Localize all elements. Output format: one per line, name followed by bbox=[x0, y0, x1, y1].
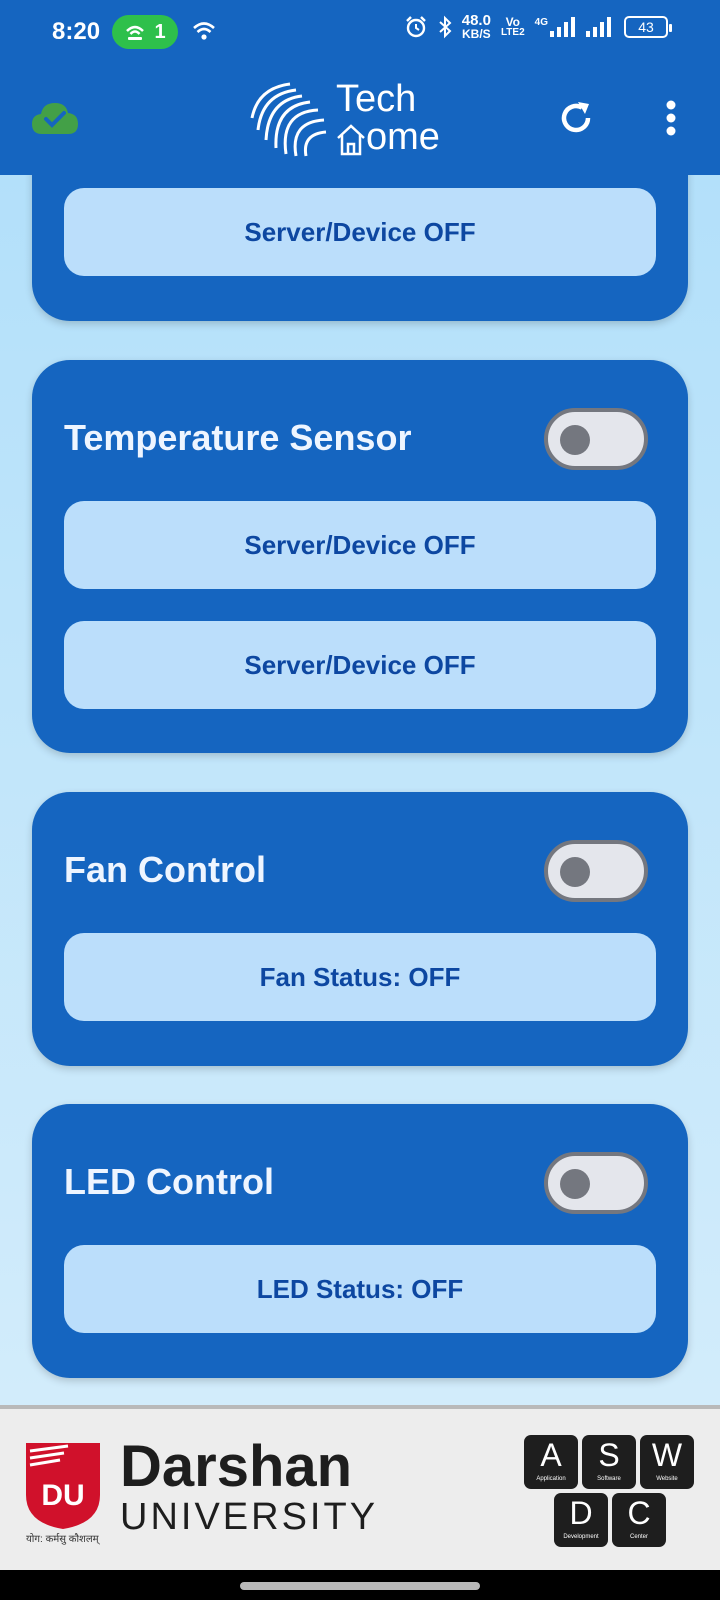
fan-toggle[interactable] bbox=[544, 840, 648, 902]
top-bar: 8:20 1 48.0 KB/S Vo LTE2 4G 43 Tech ome bbox=[0, 0, 720, 175]
hotspot-icon bbox=[126, 25, 145, 40]
card-partial: Server/Device OFF bbox=[32, 175, 688, 321]
hotspot-count: 1 bbox=[154, 20, 166, 43]
hotspot-badge: 1 bbox=[112, 15, 178, 49]
led-status: LED Status: OFF bbox=[64, 1245, 656, 1333]
temperature-status-1: Server/Device OFF bbox=[64, 501, 656, 589]
key-s: S Software bbox=[582, 1435, 636, 1489]
aswdc-logo: A Application S Software W Website D Develop… bbox=[524, 1435, 700, 1555]
signal-bars-2-icon bbox=[586, 17, 611, 37]
footer-banner: DU योग: कर्मसु कौशलम् Darshan UNIVERSITY… bbox=[0, 1405, 720, 1595]
led-title: LED Control bbox=[64, 1161, 274, 1202]
gesture-handle[interactable] bbox=[240, 1582, 480, 1590]
du-initials: DU bbox=[41, 1479, 84, 1512]
status-bar: 8:20 1 48.0 KB/S Vo LTE2 4G 43 bbox=[0, 0, 720, 64]
key-w: W Website bbox=[640, 1435, 694, 1489]
du-sub: UNIVERSITY bbox=[120, 1496, 379, 1538]
card-led-control: LED Control LED Status: OFF bbox=[32, 1104, 688, 1378]
volte-indicator: Vo LTE2 bbox=[501, 16, 525, 38]
card-fan-control: Fan Control Fan Status: OFF bbox=[32, 792, 688, 1066]
more-vert-icon[interactable] bbox=[664, 100, 678, 136]
led-toggle[interactable] bbox=[544, 1152, 648, 1214]
device-list[interactable]: Server/Device OFF Temperature Sensor Ser… bbox=[0, 175, 720, 1405]
key-c: C Center bbox=[612, 1493, 666, 1547]
toggle-knob bbox=[560, 857, 590, 887]
cloud-check-icon[interactable] bbox=[30, 100, 80, 136]
toggle-knob bbox=[560, 425, 590, 455]
darshan-university-logo: DU bbox=[26, 1443, 100, 1529]
logo-wordmark: Tech ome bbox=[336, 80, 440, 156]
du-name: Darshan bbox=[120, 1434, 353, 1499]
card-temperature-sensor: Temperature Sensor Server/Device OFF Ser… bbox=[32, 360, 688, 753]
refresh-icon[interactable] bbox=[556, 98, 596, 138]
logo-line-2: ome bbox=[366, 116, 440, 158]
logo-line-1: Tech bbox=[336, 78, 417, 120]
temperature-title: Temperature Sensor bbox=[64, 417, 412, 458]
speed-value: 48.0 bbox=[461, 12, 491, 29]
battery-level: 43 bbox=[638, 19, 654, 35]
partial-status-box: Server/Device OFF bbox=[64, 188, 656, 276]
toggle-knob bbox=[560, 1169, 590, 1199]
wifi-icon bbox=[193, 22, 215, 40]
volte-bottom: LTE2 bbox=[500, 27, 525, 38]
network-speed: 48.0 KB/S bbox=[461, 12, 491, 41]
temperature-toggle[interactable] bbox=[544, 408, 648, 470]
bluetooth-icon bbox=[439, 15, 452, 39]
speed-unit: KB/S bbox=[462, 27, 491, 41]
fingerprint-logo-icon bbox=[250, 82, 327, 157]
status-right-group: 48.0 KB/S Vo LTE2 4G 43 bbox=[404, 12, 672, 41]
fan-title: Fan Control bbox=[64, 849, 266, 890]
signal-bars-icon bbox=[550, 17, 575, 37]
signal-4g: 4G bbox=[535, 17, 576, 37]
key-a: A Application bbox=[524, 1435, 578, 1489]
key-d: D Development bbox=[554, 1493, 608, 1547]
du-motto: योग: कर्मसु कौशलम् bbox=[26, 1534, 99, 1545]
app-logo: Tech ome bbox=[248, 78, 440, 158]
logo-line-2-wrap: ome bbox=[336, 118, 440, 156]
fan-status: Fan Status: OFF bbox=[64, 933, 656, 1021]
temperature-status-2: Server/Device OFF bbox=[64, 621, 656, 709]
network-type: 4G bbox=[534, 17, 548, 28]
alarm-icon bbox=[405, 16, 426, 38]
status-time: 8:20 bbox=[52, 18, 101, 45]
battery-indicator: 43 bbox=[624, 16, 672, 38]
system-nav-bar bbox=[0, 1570, 720, 1600]
house-h-icon bbox=[337, 124, 365, 156]
du-wordmark: Darshan UNIVERSITY bbox=[120, 1434, 379, 1538]
app-bar: Tech ome bbox=[0, 64, 720, 175]
